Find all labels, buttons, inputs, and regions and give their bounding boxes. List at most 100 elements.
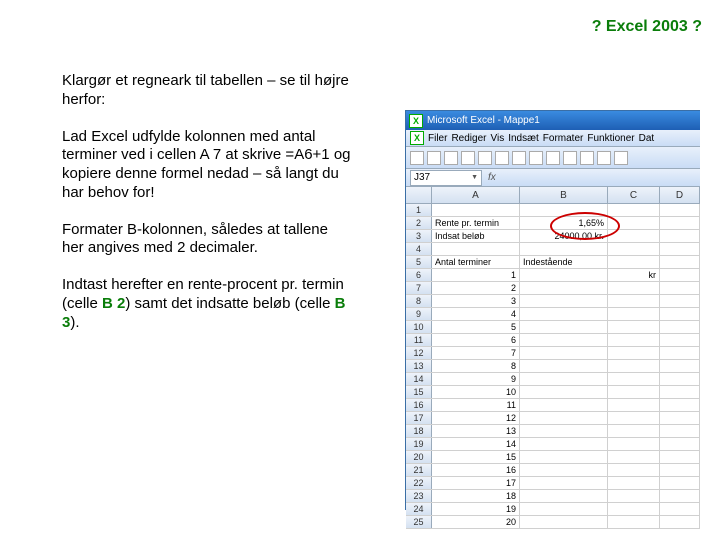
cell[interactable]: 14 [432, 438, 520, 450]
cell[interactable] [608, 217, 660, 229]
row-header[interactable]: 5 [406, 256, 432, 268]
print-icon[interactable] [461, 151, 475, 165]
cell[interactable]: 18 [432, 490, 520, 502]
cell[interactable]: 4 [432, 308, 520, 320]
menu-vis[interactable]: Vis [490, 133, 504, 144]
cell[interactable] [520, 334, 608, 346]
cell[interactable] [660, 243, 700, 255]
row-header[interactable]: 24 [406, 503, 432, 515]
row-header[interactable]: 16 [406, 399, 432, 411]
save-icon[interactable] [444, 151, 458, 165]
cell[interactable] [520, 295, 608, 307]
preview-icon[interactable] [478, 151, 492, 165]
cell[interactable]: 3 [432, 295, 520, 307]
cell[interactable] [660, 282, 700, 294]
cell[interactable] [608, 347, 660, 359]
cell[interactable] [520, 360, 608, 372]
cell[interactable] [660, 451, 700, 463]
cell[interactable] [520, 347, 608, 359]
cell[interactable] [608, 386, 660, 398]
cell[interactable] [660, 204, 700, 216]
cell[interactable] [608, 204, 660, 216]
cell[interactable]: 9 [432, 373, 520, 385]
menu-formater[interactable]: Formater [543, 133, 584, 144]
cell[interactable] [608, 230, 660, 242]
cell[interactable] [520, 399, 608, 411]
cell[interactable]: 15 [432, 451, 520, 463]
row-header[interactable]: 13 [406, 360, 432, 372]
cell[interactable]: kr [608, 269, 660, 281]
cell[interactable] [608, 464, 660, 476]
row-header[interactable]: 15 [406, 386, 432, 398]
sum-icon[interactable] [597, 151, 611, 165]
cell[interactable] [608, 425, 660, 437]
paste-icon[interactable] [546, 151, 560, 165]
col-header-d[interactable]: D [660, 187, 700, 203]
cell[interactable]: 8 [432, 360, 520, 372]
row-header[interactable]: 8 [406, 295, 432, 307]
cell[interactable] [520, 282, 608, 294]
cell[interactable] [608, 399, 660, 411]
cell[interactable] [660, 503, 700, 515]
cell[interactable] [660, 256, 700, 268]
cell[interactable]: 16 [432, 464, 520, 476]
cell[interactable]: 2 [432, 282, 520, 294]
cell[interactable] [660, 321, 700, 333]
row-header[interactable]: 2 [406, 217, 432, 229]
cell[interactable] [608, 373, 660, 385]
menu-rediger[interactable]: Rediger [451, 133, 486, 144]
name-box[interactable]: J37 ▼ [410, 170, 482, 186]
cell[interactable] [520, 425, 608, 437]
cell[interactable] [660, 399, 700, 411]
cell[interactable] [608, 412, 660, 424]
cut-icon[interactable] [512, 151, 526, 165]
row-header[interactable]: 11 [406, 334, 432, 346]
menu-indsaet[interactable]: Indsæt [508, 133, 539, 144]
cell[interactable]: Indestående [520, 256, 608, 268]
cell[interactable] [608, 321, 660, 333]
row-header[interactable]: 7 [406, 282, 432, 294]
row-header[interactable]: 20 [406, 451, 432, 463]
cell[interactable] [520, 308, 608, 320]
select-all-corner[interactable] [406, 187, 432, 203]
cell[interactable] [608, 477, 660, 489]
cell[interactable]: Rente pr. termin [432, 217, 520, 229]
cell[interactable]: Antal terminer [432, 256, 520, 268]
cell[interactable] [520, 438, 608, 450]
cell[interactable] [520, 321, 608, 333]
cell[interactable] [608, 334, 660, 346]
menu-data[interactable]: Dat [639, 133, 655, 144]
cell[interactable] [660, 334, 700, 346]
row-header[interactable]: 21 [406, 464, 432, 476]
cell[interactable] [660, 230, 700, 242]
cell[interactable] [520, 464, 608, 476]
cell[interactable] [660, 308, 700, 320]
cell[interactable] [608, 256, 660, 268]
cell[interactable] [660, 438, 700, 450]
row-header[interactable]: 3 [406, 230, 432, 242]
cell[interactable] [660, 360, 700, 372]
row-header[interactable]: 9 [406, 308, 432, 320]
cell[interactable] [660, 412, 700, 424]
cell[interactable]: 11 [432, 399, 520, 411]
cell[interactable] [660, 425, 700, 437]
cell[interactable] [608, 516, 660, 528]
cell[interactable] [520, 204, 608, 216]
row-header[interactable]: 19 [406, 438, 432, 450]
cell[interactable] [608, 282, 660, 294]
row-header[interactable]: 17 [406, 412, 432, 424]
cell[interactable] [660, 516, 700, 528]
cell[interactable] [608, 295, 660, 307]
cell[interactable] [520, 516, 608, 528]
cell[interactable] [660, 477, 700, 489]
row-header[interactable]: 14 [406, 373, 432, 385]
row-header[interactable]: 10 [406, 321, 432, 333]
cell[interactable]: 13 [432, 425, 520, 437]
cell[interactable] [660, 347, 700, 359]
cell[interactable]: 5 [432, 321, 520, 333]
sort-icon[interactable] [614, 151, 628, 165]
cell[interactable]: 19 [432, 503, 520, 515]
cell[interactable] [660, 217, 700, 229]
cell[interactable]: 7 [432, 347, 520, 359]
open-icon[interactable] [427, 151, 441, 165]
